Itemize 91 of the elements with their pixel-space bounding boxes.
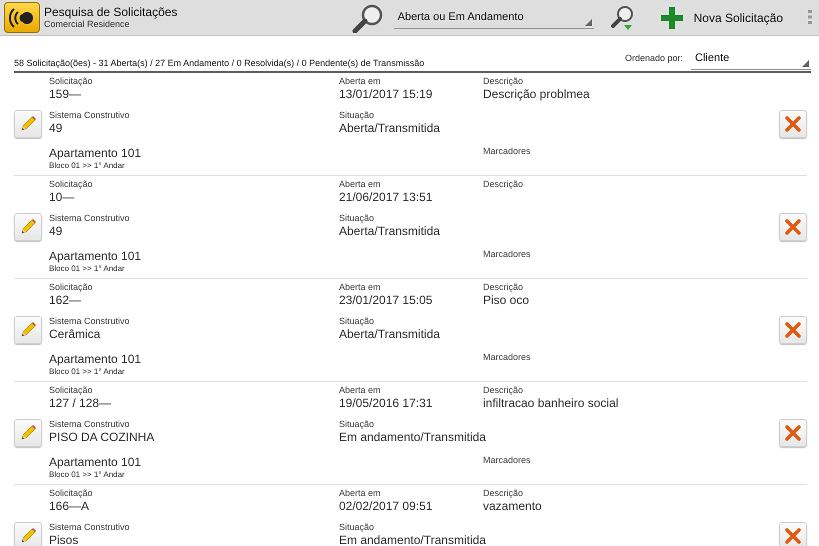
delete-button[interactable]	[779, 213, 807, 241]
field-value: Piso oco	[483, 293, 530, 308]
field-label: Aberta em	[339, 488, 381, 499]
field-value: Descrição problmea	[483, 87, 590, 102]
unit-location: Bloco 01 >> 1° Andar	[49, 161, 125, 171]
plus-icon	[660, 6, 684, 30]
field-label: Sistema Construtivo	[49, 213, 130, 224]
field-label: Marcadores	[483, 455, 531, 466]
field-label: Aberta em	[339, 179, 381, 190]
field-value: Cerâmica	[49, 327, 100, 342]
field-label: Solicitação	[49, 76, 93, 87]
field-value: infiltracao banheiro social	[483, 396, 618, 411]
pencil-icon	[19, 424, 37, 442]
edit-button[interactable]	[14, 213, 42, 241]
field-label: Aberta em	[339, 76, 381, 87]
unit-location: Bloco 01 >> 1° Andar	[49, 367, 125, 377]
field-value: 162—	[49, 293, 82, 308]
field-label: Situação	[339, 110, 374, 121]
app-logo-icon	[4, 2, 40, 33]
field-value: Aberta/Transmitida	[339, 121, 440, 136]
sort-dropdown[interactable]: Cliente	[691, 48, 811, 70]
filter-search-icon[interactable]	[610, 4, 636, 32]
field-label: Descrição	[483, 179, 524, 190]
unit-name: Apartamento 101	[49, 352, 142, 367]
field-label: Situação	[339, 522, 374, 533]
unit-location: Bloco 01 >> 1° Andar	[49, 264, 125, 274]
field-value: Em andamento/Transmitida	[339, 430, 486, 445]
pencil-icon	[19, 218, 37, 236]
page-title: Pesquisa de Solicitações	[44, 6, 178, 18]
cross-icon	[785, 322, 801, 338]
field-label: Sistema Construtivo	[49, 522, 130, 533]
field-value: Pisos	[49, 533, 78, 546]
field-label: Sistema Construtivo	[49, 316, 130, 327]
field-label: Situação	[339, 213, 374, 224]
edit-button[interactable]	[14, 316, 42, 344]
field-value: 49	[49, 121, 62, 136]
field-label: Sistema Construtivo	[49, 419, 130, 430]
delete-button[interactable]	[779, 316, 807, 344]
unit-name: Apartamento 101	[49, 249, 142, 264]
field-label: Solicitação	[49, 179, 93, 190]
field-value: Aberta/Transmitida	[339, 224, 440, 239]
unit-name: Apartamento 101	[49, 146, 142, 161]
unit-location: Bloco 01 >> 1° Andar	[49, 470, 125, 480]
field-value: 10—	[49, 190, 74, 205]
field-value: 13/01/2017 15:19	[339, 87, 432, 102]
field-label: Situação	[339, 316, 374, 327]
field-label: Situação	[339, 419, 374, 430]
field-label: Descrição	[483, 76, 524, 87]
field-value: 49	[49, 224, 62, 239]
field-label: Solicitação	[49, 282, 93, 293]
field-label: Descrição	[483, 488, 524, 499]
field-label: Marcadores	[483, 249, 531, 260]
edit-button[interactable]	[14, 419, 42, 447]
field-value: 19/05/2016 17:31	[339, 396, 432, 411]
field-value: 127 / 128—	[49, 396, 112, 411]
delete-button[interactable]	[779, 110, 807, 138]
field-value: 159—	[49, 87, 82, 102]
field-label: Marcadores	[483, 146, 531, 157]
pencil-icon	[19, 527, 37, 545]
pencil-icon	[19, 115, 37, 133]
status-filter-dropdown[interactable]: Aberta ou Em Andamento	[394, 6, 594, 28]
field-label: Aberta em	[339, 385, 381, 396]
project-subtitle: Comercial Residence	[44, 18, 131, 30]
unit-name: Apartamento 101	[49, 455, 142, 470]
field-value: Em andamento/Transmitida	[339, 533, 486, 546]
edit-button[interactable]	[14, 110, 42, 138]
edit-button[interactable]	[14, 522, 42, 546]
delete-button[interactable]	[779, 419, 807, 447]
field-label: Sistema Construtivo	[49, 110, 130, 121]
field-label: Descrição	[483, 282, 524, 293]
field-label: Aberta em	[339, 282, 381, 293]
cross-icon	[785, 528, 801, 544]
pencil-icon	[19, 321, 37, 339]
field-value: 166—A	[49, 499, 90, 514]
field-value: 23/01/2017 15:05	[339, 293, 432, 308]
field-label: Marcadores	[483, 352, 531, 363]
cross-icon	[785, 116, 801, 132]
field-value: Aberta/Transmitida	[339, 327, 440, 342]
sort-label: Ordenado por:	[624, 52, 683, 66]
field-value: PISO DA COZINHA	[49, 430, 154, 445]
field-value: vazamento	[483, 499, 542, 514]
field-label: Solicitação	[49, 488, 93, 499]
new-request-button[interactable]: Nova Solicitação	[660, 6, 783, 30]
cross-icon	[785, 219, 801, 235]
cross-icon	[785, 425, 801, 441]
delete-button[interactable]	[779, 522, 807, 546]
field-value: 21/06/2017 13:51	[339, 190, 432, 205]
field-label: Solicitação	[49, 385, 93, 396]
field-label: Descrição	[483, 385, 524, 396]
summary-text: 58 Solicitação(ões) - 31 Aberta(s) / 27 Em Andamento / 0 Resolvida(s) / 0 Pendente(s) de Transmissão	[14, 56, 424, 70]
field-value: 02/02/2017 09:51	[339, 499, 432, 514]
